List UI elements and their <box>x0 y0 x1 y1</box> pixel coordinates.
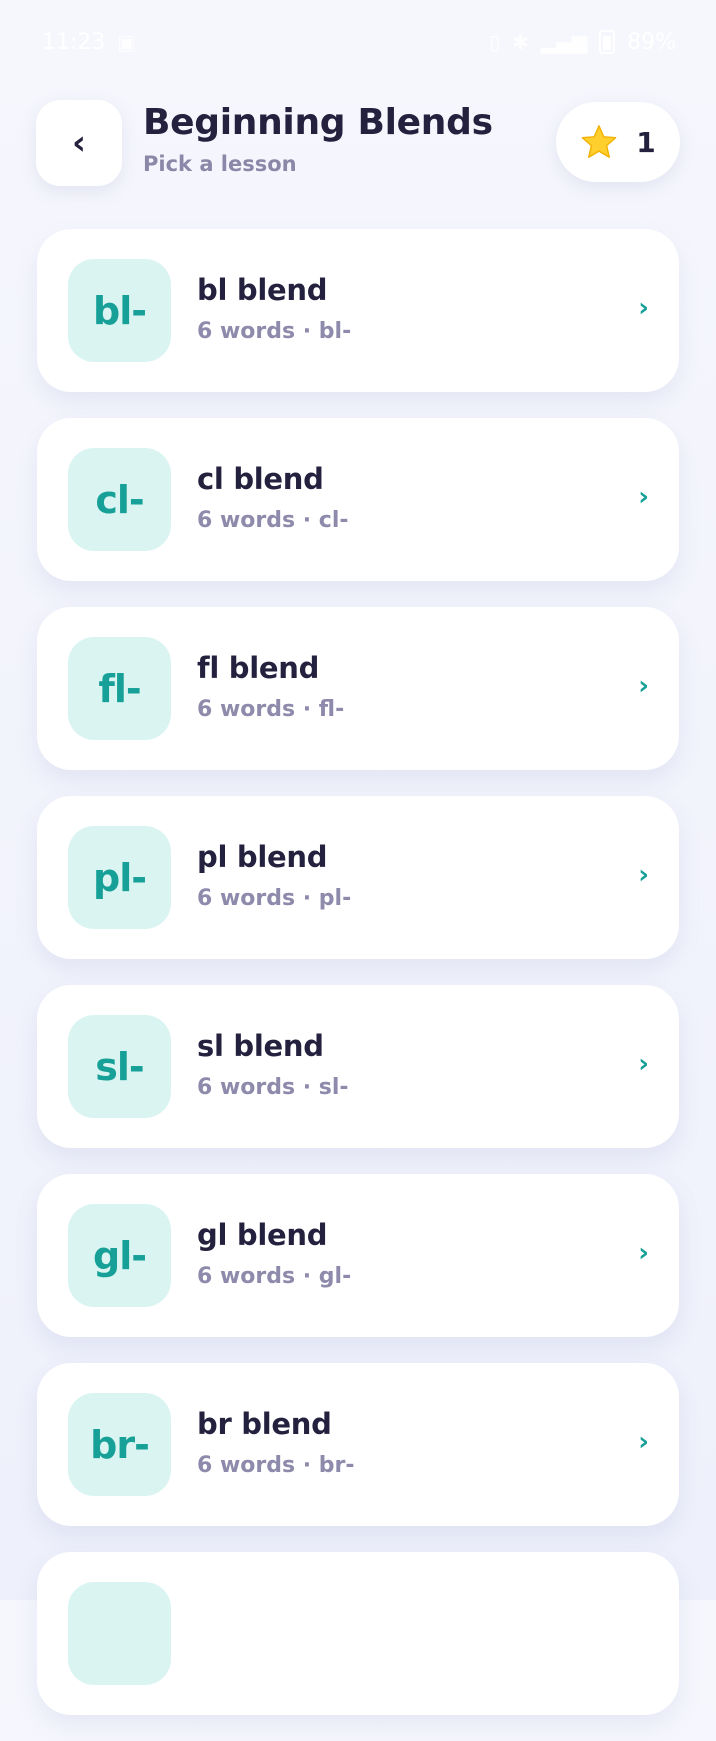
battery-percent: 89% <box>627 29 676 55</box>
lesson-subtitle: 6 words · bl- <box>197 319 352 344</box>
lesson-badge <box>68 1582 171 1685</box>
lesson-title: pl blend <box>197 840 328 874</box>
battery-icon <box>599 30 616 54</box>
chevron-right-icon: › <box>638 1427 649 1457</box>
chevron-right-icon: › <box>638 482 649 512</box>
lesson-badge: cl- <box>68 448 171 551</box>
lesson-badge: br- <box>68 1393 171 1496</box>
lesson-subtitle: 6 words · br- <box>197 1453 355 1478</box>
lesson-card-partial[interactable] <box>37 1552 679 1715</box>
chevron-right-icon: › <box>638 293 649 323</box>
lesson-title: bl blend <box>197 273 328 307</box>
stars-count: 1 <box>636 125 656 159</box>
star-icon <box>581 125 617 158</box>
lesson-badge: bl- <box>68 259 171 362</box>
chevron-right-icon: › <box>638 860 649 890</box>
status-time: 11:23 <box>42 29 106 55</box>
lesson-title: gl blend <box>197 1218 328 1252</box>
status-right: ▯ ✱ ▂▄▆ 89% <box>489 30 676 55</box>
status-bar: 11:23 ▣ ▯ ✱ ▂▄▆ 89% <box>0 0 716 84</box>
lesson-card[interactable]: gl- gl blend 6 words · gl- › <box>37 1174 679 1337</box>
chevron-right-icon: › <box>638 1049 649 1079</box>
signal-icon: ▂▄▆ <box>540 30 588 54</box>
lesson-card[interactable]: bl- bl blend 6 words · bl- › <box>37 229 679 392</box>
page-title: Beginning Blends <box>143 102 493 143</box>
lesson-card[interactable]: sl- sl blend 6 words · sl- › <box>37 985 679 1148</box>
lesson-subtitle: 6 words · pl- <box>197 886 352 911</box>
chevron-right-icon: › <box>638 1238 649 1268</box>
lesson-badge: sl- <box>68 1015 171 1118</box>
lesson-subtitle: 6 words · cl- <box>197 508 349 533</box>
lesson-subtitle: 6 words · fl- <box>197 697 345 722</box>
back-button[interactable]: ‹ <box>36 100 122 186</box>
lesson-title: cl blend <box>197 462 324 496</box>
lesson-subtitle: 6 words · sl- <box>197 1075 349 1100</box>
notification-icon: ▣ <box>117 30 137 54</box>
bluetooth-icon: ✱ <box>512 30 529 54</box>
lesson-card[interactable]: br- br blend 6 words · br- › <box>37 1363 679 1526</box>
header: ‹ Beginning Blends Pick a lesson 1 <box>36 98 680 186</box>
status-left: 11:23 ▣ <box>42 30 136 55</box>
lesson-card[interactable]: cl- cl blend 6 words · cl- › <box>37 418 679 581</box>
lesson-card[interactable]: fl- fl blend 6 words · fl- › <box>37 607 679 770</box>
lesson-badge: fl- <box>68 637 171 740</box>
vibrate-icon: ▯ <box>489 30 501 54</box>
lesson-badge: pl- <box>68 826 171 929</box>
page-subtitle: Pick a lesson <box>143 152 297 176</box>
lesson-title: fl blend <box>197 651 320 685</box>
chevron-left-icon: ‹ <box>71 123 86 163</box>
stars-counter[interactable]: 1 <box>556 102 680 182</box>
lesson-subtitle: 6 words · gl- <box>197 1264 352 1289</box>
lesson-list: bl- bl blend 6 words · bl- › cl- cl blen… <box>37 229 679 1741</box>
lesson-badge: gl- <box>68 1204 171 1307</box>
lesson-title: br blend <box>197 1407 332 1441</box>
chevron-right-icon: › <box>638 671 649 701</box>
lesson-card[interactable]: pl- pl blend 6 words · pl- › <box>37 796 679 959</box>
lesson-title: sl blend <box>197 1029 324 1063</box>
